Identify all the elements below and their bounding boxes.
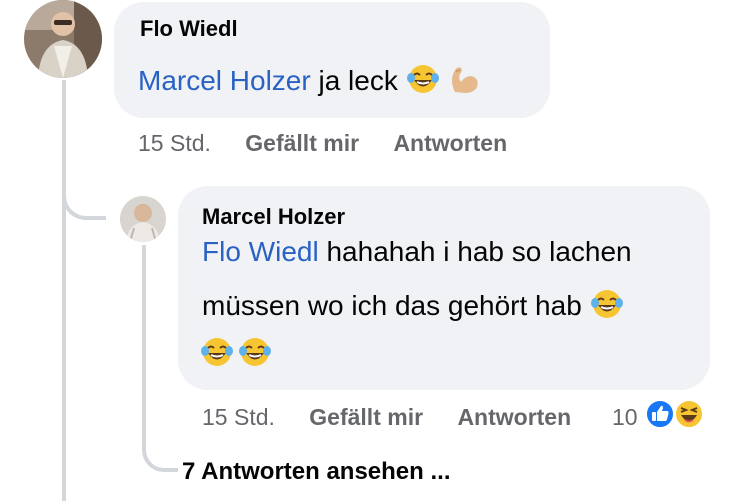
comment-timestamp[interactable]: 15 Std. [202,404,275,430]
thread-line-vertical [62,80,66,501]
thread-line-curve-2 [142,430,178,472]
comment-author[interactable]: Flo Wiedl [140,16,238,42]
face-with-tears-of-joy-icon [200,336,234,373]
view-replies-link[interactable]: 7 Antworten ansehen ... [182,458,451,486]
comment-bubble-1[interactable]: Flo Wiedl Marcel Holzer ja leck [114,2,550,118]
comment-body-line-2: müssen wo ich das gehört hab [202,289,582,321]
comment-bubble-2[interactable]: Marcel Holzer Flo Wiedl hahahah i hab so… [178,186,710,390]
flexed-biceps-icon [447,62,481,103]
reaction-summary[interactable]: 10 [612,398,705,434]
comment-text-line-2: müssen wo ich das gehört hab [202,288,624,327]
mention-link[interactable]: Marcel Holzer [138,65,311,96]
comment-meta-1: 15 Std. Gefällt mir Antworten [138,130,507,157]
like-link[interactable]: Gefällt mir [245,130,359,156]
comment-timestamp[interactable]: 15 Std. [138,130,211,156]
comment-author[interactable]: Marcel Holzer [202,204,345,230]
comment-text-line-1: Flo Wiedl hahahah i hab so lachen [202,236,632,268]
reply-link[interactable]: Antworten [393,130,507,156]
comment-emoji-line-3 [200,336,272,373]
face-with-tears-of-joy-icon [590,288,624,327]
comment-body: ja leck [318,64,398,96]
face-with-tears-of-joy-icon [238,336,272,373]
mention-link[interactable]: Flo Wiedl [202,236,319,267]
comment-meta-2: 15 Std. Gefällt mir Antworten [202,404,571,431]
like-link[interactable]: Gefällt mir [309,404,423,430]
face-with-tears-of-joy-icon [406,63,440,102]
reaction-count: 10 [612,403,638,430]
comment-body-line-1: hahahah i hab so lachen [326,236,632,267]
like-reaction-icon [644,398,676,435]
haha-reaction-icon [673,398,705,435]
thread-line-vertical-2 [142,245,146,445]
thread-line-curve-1 [62,170,106,220]
reply-link[interactable]: Antworten [457,404,571,430]
comment-text: Marcel Holzer ja leck [138,62,481,103]
avatar-flo-wiedl[interactable] [24,0,102,78]
avatar-marcel-holzer[interactable] [120,196,166,242]
